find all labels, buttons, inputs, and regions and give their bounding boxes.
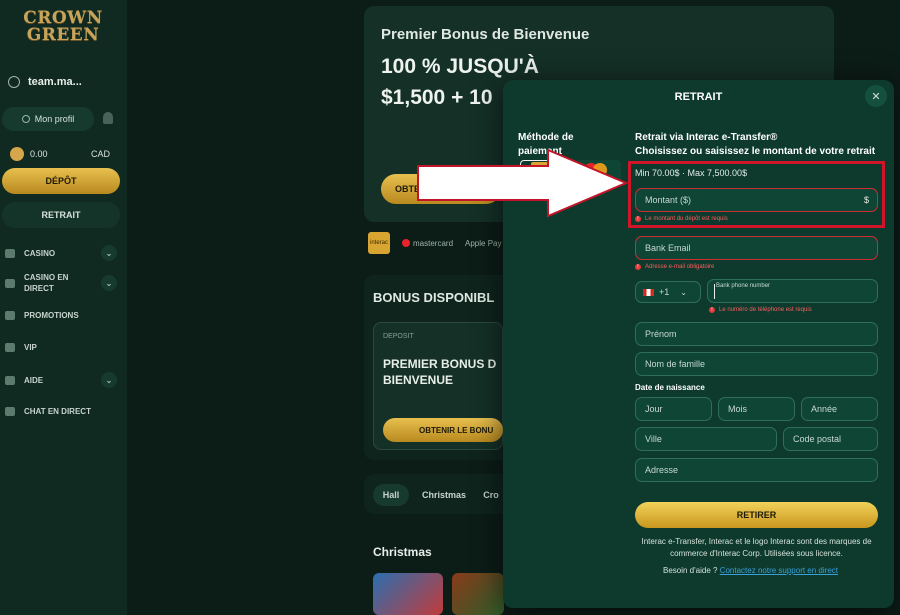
game-thumbnail[interactable] xyxy=(373,573,443,615)
balance-amount: 0.00 xyxy=(30,149,48,159)
sidebar-item-label: VIP xyxy=(24,343,37,352)
address-placeholder: Adresse xyxy=(645,465,679,475)
promo-headline-2: $1,500 + 10 xyxy=(381,86,493,109)
first-name-input[interactable]: Prénom xyxy=(635,322,878,346)
sidebar-item-live-chat[interactable]: CHAT EN DIRECT xyxy=(5,407,117,416)
dob-month-placeholder: Mois xyxy=(728,404,748,414)
bank-email-placeholder: Bank Email xyxy=(645,243,691,253)
user-icon xyxy=(8,76,20,88)
chat-icon xyxy=(5,407,15,416)
sidebar-item-casino[interactable]: CASINO ⌄ xyxy=(5,245,117,261)
user-icon xyxy=(21,115,30,123)
postal-code-input[interactable]: Code postal xyxy=(783,427,878,451)
casino-icon xyxy=(5,248,15,258)
interac-logo: interac xyxy=(368,232,390,254)
crown-icon xyxy=(5,343,15,352)
error-text: Adresse e-mail obligatoire xyxy=(645,264,715,270)
balance-currency: CAD xyxy=(90,149,110,159)
city-input[interactable]: Ville xyxy=(635,427,777,451)
sidebar-item-live-casino[interactable]: CASINO EN DIRECT ⌄ xyxy=(5,272,117,294)
error-text: Le numéro de téléphone est requis xyxy=(719,307,812,313)
sidebar-item-label: CASINO EN DIRECT xyxy=(24,273,69,293)
coin-icon xyxy=(10,147,24,161)
error-icon: ! xyxy=(709,307,715,313)
dob-year-placeholder: Année xyxy=(811,404,838,414)
last-name-input[interactable]: Nom de famille xyxy=(635,352,878,376)
sidebar-item-label: PROMOTIONS xyxy=(24,311,79,320)
bell-icon[interactable] xyxy=(103,112,113,124)
phone-error: ! Le numéro de téléphone est requis xyxy=(709,307,812,313)
game-thumbnail[interactable] xyxy=(452,573,504,615)
mastercard-logo: mastercard xyxy=(402,239,453,248)
balance-row: 0.00 CAD xyxy=(10,147,110,161)
gift-icon xyxy=(5,311,15,320)
bank-email-input[interactable]: Bank Email xyxy=(635,236,878,260)
chevron-down-icon: ⌄ xyxy=(680,287,687,297)
bonus-card-title: PREMIER BONUS D BIENVENUE xyxy=(383,357,497,387)
bank-email-error: ! Adresse e-mail obligatoire xyxy=(635,264,714,270)
contact-support-link[interactable]: Contactez notre support en direct xyxy=(720,566,838,575)
sidebar-item-help[interactable]: AIDE ⌄ xyxy=(5,372,117,388)
promo-headline-1: 100 % JUSQU'À xyxy=(381,55,539,78)
sidebar: CROWN GREEN team.ma... Mon profil 0.00 C… xyxy=(0,0,127,615)
modal-title: RETRAIT xyxy=(674,91,723,103)
withdraw-submit-button[interactable]: RETIRER xyxy=(635,502,878,528)
tab-hall[interactable]: Hall xyxy=(373,484,409,506)
help-line: Besoin d'aide ? Contactez notre support … xyxy=(663,566,838,575)
city-placeholder: Ville xyxy=(645,434,662,444)
logo-line-2: GREEN xyxy=(26,25,100,45)
tab-christmas[interactable]: Christmas xyxy=(416,484,472,506)
form-heading-line-2: Choisissez ou saisissez le montant de vo… xyxy=(635,146,876,157)
username: team.ma... xyxy=(28,76,82,88)
apple-pay-logo: Apple Pay xyxy=(465,238,502,248)
annotation-highlight-box xyxy=(628,161,885,228)
postal-code-placeholder: Code postal xyxy=(793,434,842,444)
sidebar-item-label: CHAT EN DIRECT xyxy=(24,407,91,416)
site-logo[interactable]: CROWN GREEN xyxy=(22,10,104,44)
sidebar-item-vip[interactable]: VIP xyxy=(5,343,117,352)
dob-day-placeholder: Jour xyxy=(645,404,663,414)
info-icon xyxy=(5,375,15,385)
dob-label: Date de naissance xyxy=(635,383,705,392)
canada-flag-icon xyxy=(643,288,654,296)
close-icon[interactable]: ✕ xyxy=(865,85,887,107)
bonus-section-title: BONUS DISPONIBL xyxy=(373,290,495,305)
chevron-down-icon[interactable]: ⌄ xyxy=(101,372,117,388)
last-name-placeholder: Nom de famille xyxy=(645,359,706,369)
user-row[interactable]: team.ma... xyxy=(8,76,82,88)
dob-month-input[interactable]: Mois xyxy=(718,397,795,421)
live-casino-icon xyxy=(5,278,15,288)
withdraw-button[interactable]: RETRAIT xyxy=(2,202,120,228)
annotation-arrow-icon xyxy=(417,148,628,218)
phone-prefix: +1 xyxy=(659,287,670,297)
dob-year-input[interactable]: Année xyxy=(801,397,878,421)
first-name-placeholder: Prénom xyxy=(645,329,677,339)
profile-button[interactable]: Mon profil xyxy=(2,107,94,131)
dob-day-input[interactable]: Jour xyxy=(635,397,712,421)
phone-country-select[interactable]: +1 ⌄ xyxy=(635,281,701,303)
deposit-button[interactable]: DÉPÔT xyxy=(2,168,120,194)
section-title: Christmas xyxy=(373,545,432,559)
text-caret xyxy=(714,284,715,299)
form-heading: Retrait via Interac e-Transfer® Choisiss… xyxy=(635,131,875,159)
sidebar-item-label: AIDE xyxy=(24,375,44,385)
profile-label: Mon profil xyxy=(34,114,75,124)
payment-logos: interac mastercard Apple Pay xyxy=(368,232,501,254)
tab-crown[interactable]: Cro xyxy=(480,484,502,506)
error-icon: ! xyxy=(635,264,641,270)
bonus-tag: DEPOSIT xyxy=(383,333,414,340)
chevron-down-icon[interactable]: ⌄ xyxy=(101,245,117,261)
sidebar-item-label: CASINO xyxy=(24,248,56,258)
sidebar-item-promotions[interactable]: PROMOTIONS xyxy=(5,311,117,320)
phone-placeholder: Bank phone number xyxy=(716,283,771,289)
chevron-down-icon[interactable]: ⌄ xyxy=(101,275,117,291)
promo-title: Premier Bonus de Bienvenue xyxy=(381,26,590,43)
address-input[interactable]: Adresse xyxy=(635,458,878,482)
form-heading-line-1: Retrait via Interac e-Transfer® xyxy=(635,132,778,143)
help-prefix: Besoin d'aide ? xyxy=(663,566,718,575)
legal-notice: Interac e-Transfer, Interac et le logo I… xyxy=(641,537,872,558)
bonus-claim-button[interactable]: OBTENIR LE BONU xyxy=(383,418,503,442)
